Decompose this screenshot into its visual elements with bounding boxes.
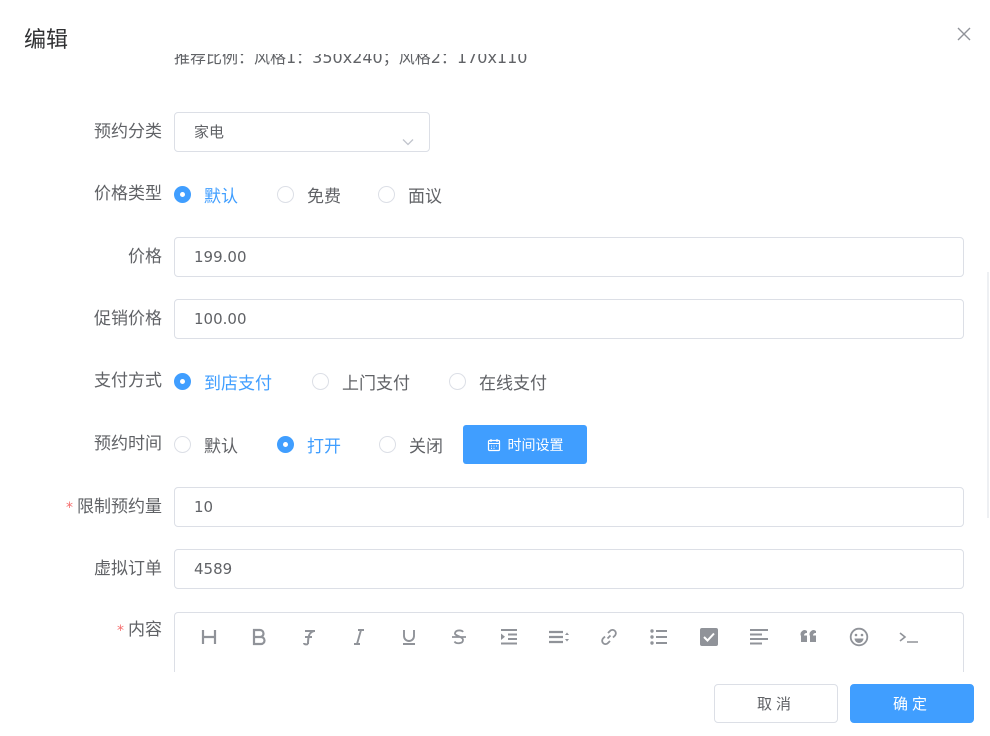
radio-dot [277, 435, 294, 453]
radio-label: 到店支付 [204, 373, 272, 394]
dialog-body[interactable]: 推荐比例：风格1：350x240；风格2：170x110 预约分类 家电 价格类… [0, 52, 990, 672]
radio-label: 默认 [204, 186, 238, 207]
heading-icon[interactable] [197, 625, 221, 649]
dialog-footer: 取消 确定 [0, 672, 990, 736]
price-type-negotiable-radio[interactable]: 面议 [378, 174, 442, 214]
content-label: * 内容 [0, 612, 162, 649]
dialog-title: 编辑 [24, 28, 69, 53]
payment-online-radio[interactable]: 在线支付 [449, 361, 547, 401]
category-row: 预约分类 家电 [0, 112, 990, 152]
bold-icon[interactable] [247, 625, 271, 649]
price-type-row: 价格类型 默认 免费 面议 [0, 174, 990, 214]
radio-dot [174, 185, 191, 203]
radio-dot [378, 185, 395, 203]
virtual-orders-label: 虚拟订单 [94, 559, 162, 579]
booking-time-default-radio[interactable]: 默认 [174, 424, 238, 464]
confirm-button[interactable]: 确定 [850, 684, 974, 723]
radio-label: 默认 [204, 436, 238, 457]
emoji-icon[interactable] [847, 625, 871, 649]
radio-label: 面议 [408, 186, 442, 207]
radio-label: 上门支付 [342, 373, 410, 394]
category-label: 预约分类 [94, 122, 162, 142]
radio-dot [312, 372, 329, 390]
category-select-value: 家电 [194, 123, 225, 141]
price-type-free-radio[interactable]: 免费 [277, 174, 341, 214]
booking-time-open-radio[interactable]: 打开 [277, 424, 341, 464]
promo-price-input[interactable]: 100.00 [174, 299, 964, 339]
rich-text-editor[interactable] [174, 612, 964, 672]
cancel-button[interactable]: 取消 [714, 684, 838, 723]
price-input[interactable]: 199.00 [174, 237, 964, 277]
payment-door-radio[interactable]: 上门支付 [312, 361, 410, 401]
radio-dot [277, 185, 294, 203]
required-mark: * [66, 500, 73, 516]
payment-in-store-radio[interactable]: 到店支付 [174, 361, 272, 401]
image-ratio-hint: 推荐比例：风格1：350x240；风格2：170x110 [174, 52, 528, 67]
edit-dialog: 编辑 推荐比例：风格1：350x240；风格2：170x110 预约分类 家电 … [0, 0, 990, 736]
price-type-label: 价格类型 [94, 184, 162, 204]
italic-icon[interactable] [347, 625, 371, 649]
underline-icon[interactable] [397, 625, 421, 649]
radio-label: 免费 [307, 186, 341, 207]
bullet-list-icon[interactable] [647, 625, 671, 649]
checkbox-icon[interactable] [697, 625, 721, 649]
indent-icon[interactable] [497, 625, 521, 649]
radio-dot [174, 372, 191, 390]
code-icon[interactable] [897, 625, 921, 649]
align-left-icon[interactable] [747, 625, 771, 649]
close-icon[interactable] [954, 24, 974, 44]
link-icon[interactable] [597, 625, 621, 649]
limit-input[interactable]: 10 [174, 487, 964, 527]
payment-row: 支付方式 到店支付 上门支付 在线支付 [0, 361, 990, 401]
font-icon[interactable] [297, 625, 321, 649]
promo-price-label: 促销价格 [94, 309, 162, 329]
limit-label-text: 限制预约量 [77, 497, 162, 517]
chevron-down-icon [401, 125, 415, 146]
radio-label: 在线支付 [479, 373, 547, 394]
quote-icon[interactable] [797, 625, 821, 649]
content-label-text: 内容 [128, 620, 162, 640]
time-settings-button[interactable]: 时间设置 [463, 425, 587, 464]
price-label: 价格 [128, 247, 162, 267]
category-select[interactable]: 家电 [174, 112, 430, 152]
radio-dot [174, 435, 191, 453]
radio-dot [449, 372, 466, 390]
radio-dot [379, 435, 396, 453]
strikethrough-icon[interactable] [447, 625, 471, 649]
calendar-icon [487, 438, 500, 451]
payment-label: 支付方式 [94, 371, 162, 391]
radio-label: 关闭 [409, 436, 443, 457]
booking-time-close-radio[interactable]: 关闭 [379, 424, 443, 464]
time-settings-label: 时间设置 [507, 437, 564, 454]
line-height-icon[interactable] [547, 625, 571, 649]
promo-price-row: 促销价格 100.00 [0, 299, 990, 339]
price-row: 价格 199.00 [0, 237, 990, 277]
radio-label: 打开 [307, 436, 341, 457]
booking-time-label: 预约时间 [94, 434, 162, 454]
virtual-orders-row: 虚拟订单 4589 [0, 549, 990, 589]
virtual-orders-input[interactable]: 4589 [174, 549, 964, 589]
limit-label: * 限制预约量 [0, 487, 162, 528]
price-type-default-radio[interactable]: 默认 [174, 174, 238, 214]
booking-time-row: 预约时间 默认 打开 关闭 时间设置 [0, 424, 990, 464]
limit-row: * 限制预约量 10 [0, 487, 990, 527]
required-mark: * [117, 623, 124, 639]
